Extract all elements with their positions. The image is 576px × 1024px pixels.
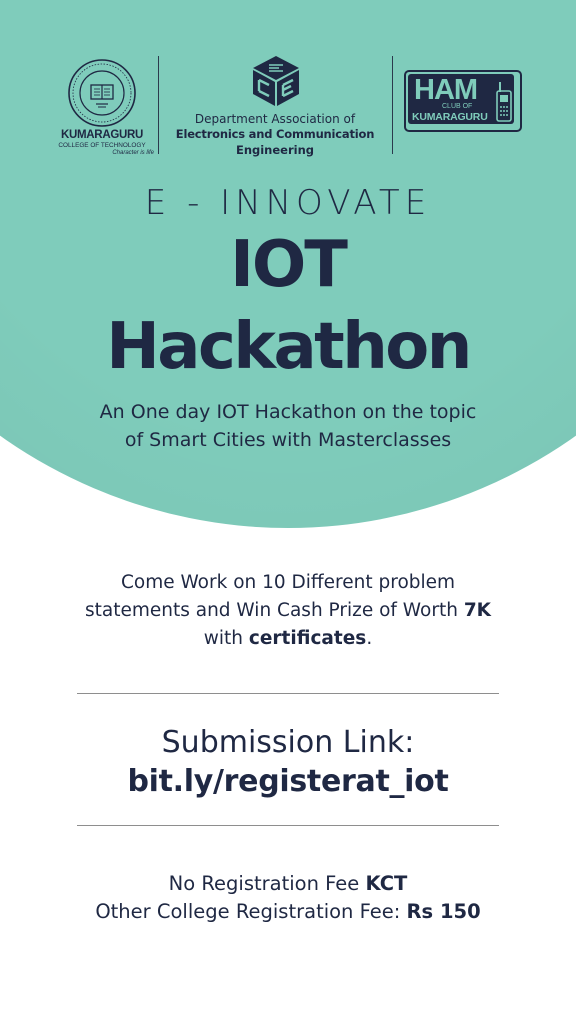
event-kicker: E - INNOVATE: [144, 183, 432, 223]
event-title-line-1: IOT: [230, 228, 348, 302]
college-subtitle: COLLEGE OF TECHNOLOGY: [58, 142, 146, 149]
ham-club-panel: HAM CLUB OF KUMARAGURU: [408, 74, 514, 124]
prize-amount: 7K: [463, 600, 492, 621]
department-line-3: Engineering: [235, 143, 315, 157]
event-description: An One day IOT Hackathon on the topic of…: [99, 401, 477, 451]
prize-text-before: Come Work on 10 Different problem statem…: [84, 572, 464, 621]
ham-club-label: CLUB OF: [442, 103, 473, 110]
ham-club-logo: HAM CLUB OF KUMARAGURU: [404, 70, 522, 132]
college-seal-icon: [68, 59, 136, 127]
department-line-2: Electronics and Communication: [175, 127, 375, 141]
submission-label: Submission Link:: [161, 725, 415, 760]
ham-club-institution: KUMARAGURU: [412, 111, 488, 123]
fee-other-line: Other College Registration Fee: Rs 150: [0, 898, 576, 926]
prize-text: Come Work on 10 Different problem statem…: [80, 569, 496, 653]
department-line-1: Department Association of: [194, 112, 356, 126]
section-divider-top: [77, 693, 499, 694]
fee-kct-prefix: No Registration Fee: [168, 872, 366, 895]
logo-divider-left: [158, 56, 159, 154]
prize-text-middle: with: [203, 628, 249, 649]
fee-kct-line: No Registration Fee KCT: [0, 870, 576, 898]
fee-kct-value: KCT: [365, 872, 408, 895]
ece-cube-logo-icon: [253, 56, 299, 106]
event-title-line-2: Hackathon: [106, 310, 472, 384]
fee-other-value: Rs 150: [406, 900, 481, 923]
prize-text-after: .: [366, 628, 373, 649]
ham-club-wordmark: HAM: [414, 74, 478, 106]
college-name: KUMARAGURU: [61, 129, 143, 141]
prize-reward: certificates: [248, 628, 367, 649]
logo-divider-right: [392, 56, 393, 154]
poster: KUMARAGURU COLLEGE OF TECHNOLOGY Charact…: [0, 0, 576, 1024]
registration-fees: No Registration Fee KCT Other College Re…: [0, 870, 576, 926]
college-tagline: Character is life: [112, 150, 154, 156]
walkie-talkie-icon: [496, 82, 512, 122]
fee-other-prefix: Other College Registration Fee:: [95, 900, 407, 923]
section-divider-bottom: [77, 825, 499, 826]
submission-link[interactable]: bit.ly/registerat_iot: [0, 761, 576, 803]
logo-row: KUMARAGURU COLLEGE OF TECHNOLOGY Charact…: [0, 54, 576, 164]
